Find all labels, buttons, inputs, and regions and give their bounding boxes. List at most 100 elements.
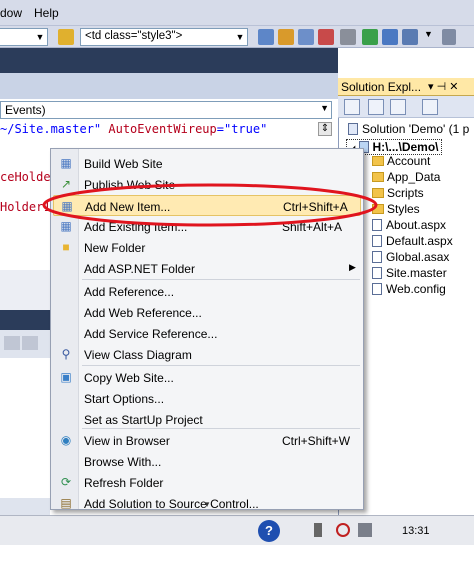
lower-pane-header	[0, 310, 50, 330]
tree-item-file[interactable]: Global.asax	[372, 250, 449, 264]
menu-item-view-in-browser[interactable]: ◉ View in Browser Ctrl+Shift+W	[53, 430, 361, 451]
toolbar: ▼ <td class="style3"> ▼ ▼	[0, 26, 474, 48]
menu-item-label: Refresh Folder	[84, 476, 164, 490]
lower-pane-content	[0, 358, 50, 498]
menu-item-refresh-folder[interactable]: ⟳ Refresh Folder	[53, 472, 361, 493]
copy-web-site-icon: ▣	[60, 370, 72, 384]
menu-help[interactable]: Help	[34, 6, 59, 20]
menu-item-label: Set as StartUp Project	[84, 413, 203, 427]
menu-item-label: New Folder	[84, 241, 146, 255]
toolbar-icon[interactable]	[22, 336, 38, 350]
solution-explorer-toolbar	[338, 96, 474, 118]
print-icon[interactable]	[4, 336, 20, 350]
menu-item-label: Add Solution to Source Control...	[84, 497, 259, 510]
toolbar-icon[interactable]	[58, 29, 74, 45]
ide-dark-bar	[0, 48, 338, 73]
toolbar-icon[interactable]	[298, 29, 314, 45]
menu-item-label: Add Web Reference...	[84, 306, 202, 320]
menu-item-build-web-site[interactable]: ▦ Build Web Site	[53, 153, 361, 174]
tree-item-file[interactable]: Default.aspx	[372, 234, 453, 248]
editor-tabstrip	[0, 73, 338, 99]
panel-controls-icon[interactable]: ▾ ⊣ ✕	[428, 80, 458, 93]
taskbar-clock[interactable]: 13:31	[402, 525, 430, 537]
code-line-1: ~/Site.master" AutoEventWireup="true"	[0, 122, 267, 136]
device-icon[interactable]	[314, 523, 322, 537]
bottom-margin	[0, 545, 474, 567]
chevron-down-icon[interactable]: ▼	[233, 29, 247, 45]
refresh-icon[interactable]	[368, 99, 384, 115]
toolbar-icon[interactable]	[382, 29, 398, 45]
toolbar-icon[interactable]	[278, 29, 294, 45]
toolbar-icon[interactable]	[258, 29, 274, 45]
menu-bar: dow Help	[0, 0, 474, 26]
code-token: ~/Site.master"	[0, 122, 109, 136]
scroll-down-icon[interactable]: ▼	[203, 500, 211, 509]
folder-icon	[372, 156, 384, 166]
view-designer-icon[interactable]	[422, 99, 438, 115]
menu-item-add-reference[interactable]: Add Reference...	[53, 281, 361, 302]
tree-item-file[interactable]: Site.master	[372, 266, 447, 280]
solution-icon	[348, 123, 358, 135]
toolbar-icon[interactable]	[402, 29, 418, 45]
toolbar-icon[interactable]	[362, 29, 378, 45]
lower-pane-toolbar	[4, 336, 46, 354]
events-combo[interactable]: Events) ▼	[0, 101, 332, 119]
menu-item-new-folder[interactable]: ■ New Folder	[53, 237, 361, 258]
refresh-icon: ⟳	[60, 475, 72, 489]
menu-item-label: Start Options...	[84, 392, 165, 406]
menu-item-label: Add Service Reference...	[84, 327, 218, 341]
annotation-ellipse	[42, 183, 378, 227]
split-icon[interactable]: ⇕	[318, 122, 332, 136]
toolbar-icon[interactable]	[318, 29, 334, 45]
source-control-icon: ▤	[60, 496, 72, 510]
network-status-icon[interactable]	[336, 523, 350, 537]
menu-item-add-service-reference[interactable]: Add Service Reference...	[53, 323, 361, 344]
chevron-down-icon[interactable]: ▼	[33, 29, 47, 45]
menu-window[interactable]: dow	[0, 6, 22, 20]
file-icon	[372, 251, 382, 263]
tree-item-folder[interactable]: Account	[372, 154, 430, 168]
file-icon	[372, 283, 382, 295]
properties-icon[interactable]	[344, 99, 360, 115]
menu-item-browse-with[interactable]: Browse With...	[53, 451, 361, 472]
solution-node[interactable]: Solution 'Demo' (1 p	[348, 122, 469, 136]
element-combo[interactable]: <td class="style3"> ▼	[80, 28, 248, 46]
menu-item-label: View Class Diagram	[84, 348, 192, 362]
volume-icon[interactable]	[358, 523, 372, 537]
help-update-icon[interactable]: ?	[258, 520, 280, 542]
file-icon	[372, 235, 382, 247]
show-all-files-icon[interactable]	[390, 99, 406, 115]
menu-item-label: View in Browser	[84, 434, 170, 448]
menu-item-label: Add ASP.NET Folder	[84, 262, 195, 276]
menu-item-label: Browse With...	[84, 455, 162, 469]
file-icon	[372, 267, 382, 279]
menu-separator	[82, 279, 360, 280]
new-folder-icon: ■	[62, 240, 70, 254]
menu-item-label: Build Web Site	[84, 157, 163, 171]
menu-item-add-asp-net-folder[interactable]: Add ASP.NET Folder ▶	[53, 258, 361, 279]
annotation-ring	[42, 183, 378, 227]
taskbar: ? 13:31	[0, 515, 474, 545]
menu-item-set-as-startup-project[interactable]: Set as StartUp Project	[53, 409, 361, 430]
menu-item-view-class-diagram[interactable]: ⚲ View Class Diagram	[53, 344, 361, 365]
menu-separator	[82, 365, 360, 366]
chevron-down-icon[interactable]: ▼	[320, 103, 329, 113]
chevron-down-icon[interactable]: ▼	[424, 29, 434, 45]
build-icon: ▦	[60, 156, 72, 170]
tree-item-folder[interactable]: App_Data	[372, 170, 440, 184]
menu-item-label: Add Reference...	[84, 285, 175, 299]
tools-icon[interactable]	[340, 29, 356, 45]
lower-pane-gap	[0, 270, 50, 310]
tree-item-file[interactable]: About.aspx	[372, 218, 446, 232]
toolbar-icon[interactable]	[442, 29, 456, 45]
menu-item-start-options[interactable]: Start Options...	[53, 388, 361, 409]
code-token: ="true"	[216, 122, 268, 136]
view-in-browser-icon: ◉	[60, 433, 72, 447]
tree-item-file[interactable]: Web.config	[372, 282, 446, 296]
code-token: AutoEventWireup	[108, 122, 217, 136]
menu-separator	[82, 428, 360, 429]
menu-item-copy-web-site[interactable]: ▣ Copy Web Site...	[53, 367, 361, 388]
menu-item-add-web-reference[interactable]: Add Web Reference...	[53, 302, 361, 323]
toolbar-combo[interactable]: ▼	[0, 28, 48, 46]
solution-explorer-title: Solution Expl...	[341, 80, 422, 94]
